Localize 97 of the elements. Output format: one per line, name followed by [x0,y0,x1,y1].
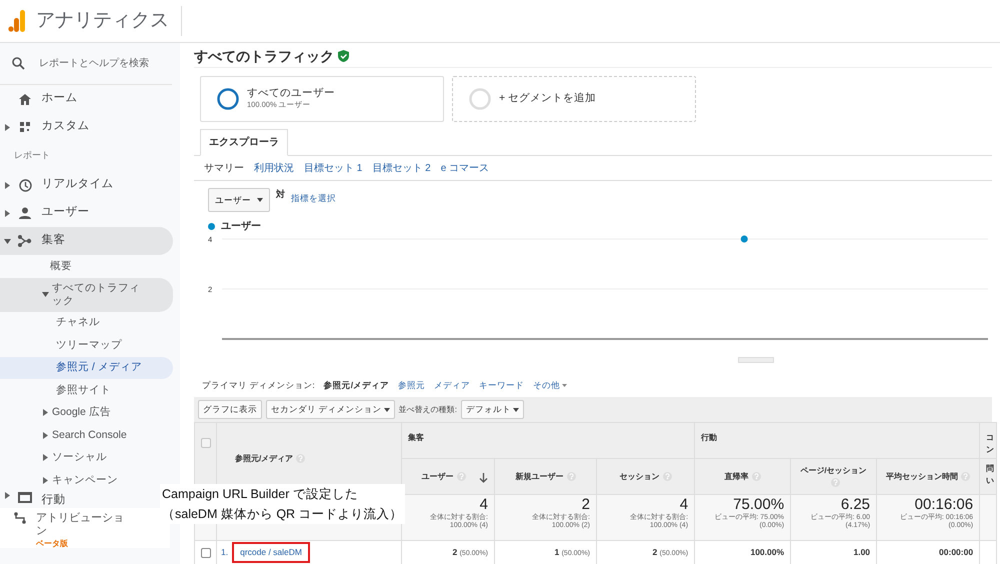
dropdown-icon [384,408,390,412]
caret-icon[interactable] [42,454,48,462]
ring-icon [469,88,491,110]
cell-value: 2 [652,546,658,557]
caret-icon[interactable] [42,432,48,439]
versus-label: 対 [276,188,285,201]
caret-icon[interactable] [42,292,48,297]
total-value: 4 [478,497,488,513]
total-value: 4 [678,497,688,513]
caret-icon [562,384,568,387]
nav-item[interactable]: 概要 [0,255,173,278]
cell-value: 1 [554,546,560,557]
home-icon [19,94,31,104]
beta-label: ベータ版 [36,538,69,550]
window-icon [18,492,32,502]
section-label: レポート [13,149,51,162]
total-value: 75.00% [732,497,784,514]
dimension-label: プライマリ ディメンション: [202,378,315,392]
sub-tab[interactable]: e コマース [440,161,490,175]
cell-value: 100.00% [750,547,784,557]
search-icon [12,57,25,70]
column-group-header: コン [986,433,994,454]
plot-rows-button[interactable]: グラフに表示 [198,400,262,419]
secondary-dimension-select[interactable]: セカンダリ ディメンション [266,400,395,419]
nav-item[interactable]: すべてのトラフィック [0,278,173,312]
caret-icon[interactable] [42,409,48,416]
annotation-callout: Campaign URL Builder で設定した （saleDM 媒体から QR コードより流入） [160,484,405,524]
dimension-option[interactable]: キーワード [479,378,524,392]
nav-item[interactable]: ツリーマップ [0,334,173,356]
column-header: 参照元/メディア [235,454,294,462]
nav-item[interactable]: アトリビューション [36,512,126,538]
cell-value: 00:00:00 [939,547,974,557]
nav-item[interactable]: カスタム [0,113,173,141]
metric-select[interactable]: ユーザー [208,188,270,212]
caret-icon[interactable] [4,238,10,244]
dashboard-icon [20,122,30,132]
nav-item[interactable]: Google 広告 [0,402,173,424]
cell-value: 2 [452,546,458,557]
dropdown-icon [513,408,520,412]
nav-item[interactable]: 参照サイト [0,379,173,402]
add-segment-card[interactable]: + セグメントを追加 [452,76,696,122]
sort-label: 並べ替えの種類: [398,404,457,416]
total-value: 00:16:06 [914,497,974,514]
column-header: 平均セッション時間 [886,472,958,480]
dimension-option[interactable]: 参照元/メディア [324,378,390,392]
column-header: 直帰率 [724,472,749,480]
cell-value: 1.00 [853,547,870,557]
row-index: 1. [221,547,228,557]
sort-arrow-icon[interactable] [479,472,488,482]
branch-icon [18,235,32,247]
select-metric-link[interactable]: 指標を選択 [291,192,336,205]
nav-item[interactable]: 集客 [0,227,173,255]
nav-item[interactable]: チャネル [0,312,173,334]
dropdown-icon [257,198,263,202]
caret-icon[interactable] [4,492,10,498]
column-header: セッション [620,472,660,480]
dimension-option[interactable]: その他 [533,378,568,392]
caret-icon[interactable] [4,182,10,188]
caret-icon[interactable] [4,210,10,216]
caret-icon[interactable] [4,124,10,130]
total-value: 2 [580,497,590,513]
dimension-option[interactable]: メディア [434,378,470,392]
search-field[interactable]: レポートとヘルプを検索 [37,55,167,72]
nav-item[interactable]: ユーザー [0,199,173,227]
ring-icon [217,88,239,110]
row-link[interactable]: qrcode / saleDM [232,542,310,563]
nav-item[interactable]: ホーム [0,85,173,113]
column-header: 問い [986,464,994,485]
clock-icon [18,178,32,192]
dimension-option[interactable]: 参照元 [398,378,426,392]
chart-resize-handle[interactable] [738,357,774,363]
column-group-header: 集客 [408,433,424,442]
sub-tab[interactable]: サマリー [204,161,244,175]
column-header: ユーザー [422,472,454,480]
nav-item[interactable]: 行動 [0,492,158,506]
nav-item[interactable]: リアルタイム [0,171,173,199]
page-title: すべてのトラフィック [194,46,334,66]
tab[interactable]: エクスプローラ [200,129,288,156]
logo-icon [8,10,26,32]
nav-item[interactable]: ソーシャル [0,446,173,469]
caret-icon[interactable] [42,476,48,484]
column-header: 新規ユーザー [516,472,564,480]
app-title: アナリティクス [36,6,182,36]
column-group-header: 行動 [701,433,718,442]
row-checkbox[interactable] [201,548,211,558]
sort-type-select[interactable]: デフォルト [460,400,524,419]
column-header: ページ/セッション [800,466,867,474]
attribution-icon [14,512,26,524]
data-point [740,236,748,242]
nav-item[interactable]: 参照元 / メディア [0,356,173,379]
person-icon [19,207,31,219]
sub-tab[interactable]: 目標セット 2 [372,161,431,175]
legend-label: ユーザー [221,220,261,234]
total-value: 6.25 [840,497,870,514]
sub-tab[interactable]: 利用状況 [254,161,294,175]
sub-tab[interactable]: 目標セット 1 [304,161,362,175]
nav-item[interactable]: Search Console [0,424,173,446]
